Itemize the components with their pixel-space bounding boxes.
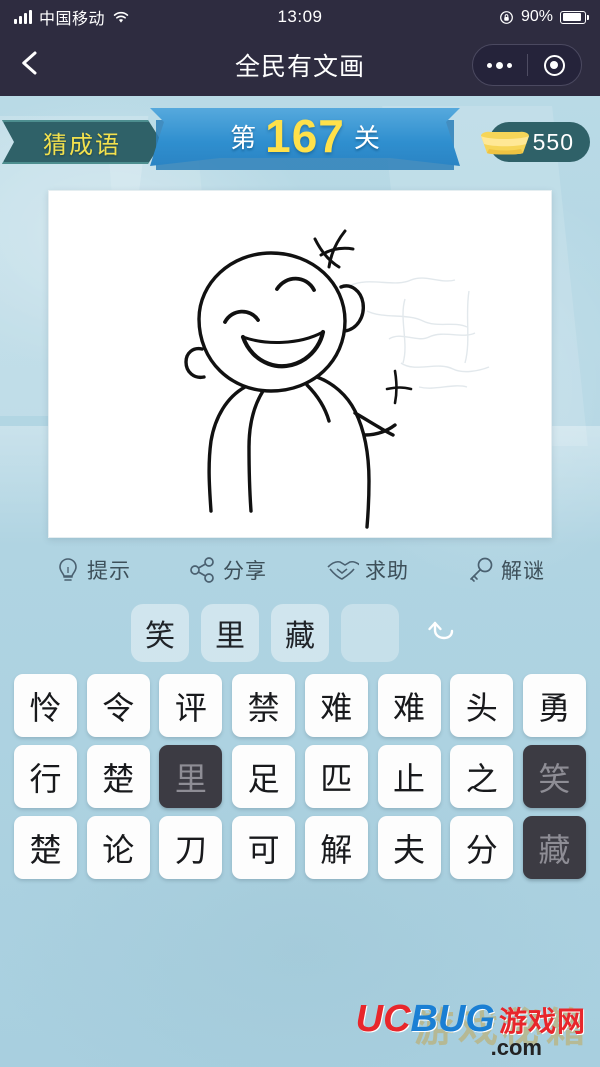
watermark-uc: UC bbox=[355, 998, 411, 1040]
char-tile[interactable]: 令 bbox=[86, 674, 150, 737]
char-tile[interactable]: 怜 bbox=[14, 674, 77, 737]
char-tile[interactable]: 止 bbox=[377, 745, 441, 808]
carrier-label: 中国移动 bbox=[39, 11, 106, 28]
char-tile[interactable]: 匹 bbox=[304, 745, 368, 808]
character-grid: 怜 令 评 禁 难 难 头 勇 行 楚 里 足 匹 止 之 笑 楚 论 刀 可 … bbox=[0, 674, 600, 879]
answer-slot-2[interactable]: 里 bbox=[201, 604, 259, 662]
char-tile[interactable]: 可 bbox=[232, 816, 296, 879]
help-label: 求助 bbox=[365, 560, 409, 583]
back-button[interactable] bbox=[0, 48, 60, 83]
level-suffix-label: 关 bbox=[353, 122, 380, 153]
watermark-ghost-text: 游戏秘籍 bbox=[414, 1006, 590, 1050]
char-tile-used[interactable]: 笑 bbox=[522, 745, 586, 808]
hint-label: 提示 bbox=[87, 560, 131, 583]
char-tile-used[interactable]: 里 bbox=[159, 745, 223, 808]
char-tile[interactable]: 行 bbox=[14, 745, 77, 808]
share-nodes-icon bbox=[189, 556, 217, 584]
answer-slot-1[interactable]: 笑 bbox=[131, 604, 189, 662]
puzzle-picture bbox=[48, 190, 552, 538]
answer-slot-4[interactable] bbox=[341, 604, 399, 662]
char-tile[interactable]: 之 bbox=[450, 745, 514, 808]
action-row: 提示 分享 求助 解谜 bbox=[0, 546, 600, 594]
watermark-bug: BUG bbox=[410, 998, 495, 1040]
answer-slots: 笑 里 藏 bbox=[0, 602, 600, 664]
undo-arrow-icon bbox=[425, 616, 455, 651]
undo-button[interactable] bbox=[411, 604, 469, 662]
game-header: 猜成语 第 167 关 550 bbox=[0, 100, 600, 182]
battery-icon bbox=[560, 10, 589, 24]
watermark-com: .com bbox=[490, 1035, 542, 1060]
level-number: 167 bbox=[265, 110, 345, 162]
grid-row-2: 行 楚 里 足 匹 止 之 笑 bbox=[14, 745, 586, 808]
solve-button[interactable]: 解谜 bbox=[467, 555, 545, 585]
grid-row-1: 怜 令 评 禁 难 难 头 勇 bbox=[14, 674, 586, 737]
status-bar-right: 90% bbox=[499, 8, 589, 26]
grid-row-3: 楚 论 刀 可 解 夫 分 藏 bbox=[14, 816, 586, 879]
close-miniprogram-button[interactable] bbox=[528, 54, 582, 76]
wechat-capsule bbox=[472, 44, 582, 86]
wifi-icon bbox=[112, 10, 130, 24]
coin-amount: 550 bbox=[532, 128, 574, 155]
coin-balance[interactable]: 550 bbox=[480, 122, 590, 162]
char-tile[interactable]: 头 bbox=[450, 674, 514, 737]
hint-button[interactable]: 提示 bbox=[55, 555, 131, 585]
solve-label: 解谜 bbox=[501, 560, 545, 583]
more-dots-icon bbox=[487, 61, 513, 69]
chevron-left-icon bbox=[15, 48, 45, 83]
char-tile[interactable]: 评 bbox=[159, 674, 223, 737]
char-tile[interactable]: 难 bbox=[304, 674, 368, 737]
char-tile[interactable]: 足 bbox=[232, 745, 296, 808]
key-icon bbox=[467, 556, 495, 584]
char-tile[interactable]: 论 bbox=[86, 816, 150, 879]
category-tag[interactable]: 猜成语 bbox=[2, 120, 162, 164]
share-button[interactable]: 分享 bbox=[189, 555, 267, 585]
signal-bars-icon bbox=[14, 10, 32, 24]
gold-ingot-icon bbox=[477, 127, 533, 157]
char-tile[interactable]: 楚 bbox=[86, 745, 150, 808]
char-tile[interactable]: 刀 bbox=[159, 816, 223, 879]
level-prefix-label: 第 bbox=[230, 122, 257, 153]
char-tile[interactable]: 解 bbox=[304, 816, 368, 879]
help-button[interactable]: 求助 bbox=[325, 555, 409, 585]
lightbulb-icon bbox=[55, 556, 81, 584]
char-tile[interactable]: 禁 bbox=[232, 674, 296, 737]
category-label: 猜成语 bbox=[43, 131, 121, 159]
watermark-cn: 游戏网 bbox=[498, 1006, 586, 1037]
char-tile[interactable]: 勇 bbox=[522, 674, 586, 737]
char-tile[interactable]: 分 bbox=[450, 816, 514, 879]
status-bar-left: 中国移动 bbox=[14, 5, 130, 29]
handshake-icon bbox=[325, 557, 359, 583]
status-bar: 中国移动 13:09 90% bbox=[0, 0, 600, 34]
char-tile[interactable]: 难 bbox=[377, 674, 441, 737]
char-tile[interactable]: 夫 bbox=[377, 816, 441, 879]
more-menu-button[interactable] bbox=[473, 61, 527, 69]
nav-bar: 全民有文画 bbox=[0, 34, 600, 96]
char-tile-used[interactable]: 藏 bbox=[522, 816, 586, 879]
level-ribbon: 第 167 关 bbox=[150, 108, 460, 174]
char-tile[interactable]: 楚 bbox=[14, 816, 77, 879]
target-circle-icon bbox=[543, 54, 565, 76]
share-label: 分享 bbox=[223, 560, 267, 583]
answer-slot-3[interactable]: 藏 bbox=[271, 604, 329, 662]
site-watermark: UC BUG 游戏网 .com bbox=[356, 998, 586, 1061]
battery-percent-label: 90% bbox=[520, 8, 553, 25]
rotation-lock-icon bbox=[499, 10, 514, 25]
